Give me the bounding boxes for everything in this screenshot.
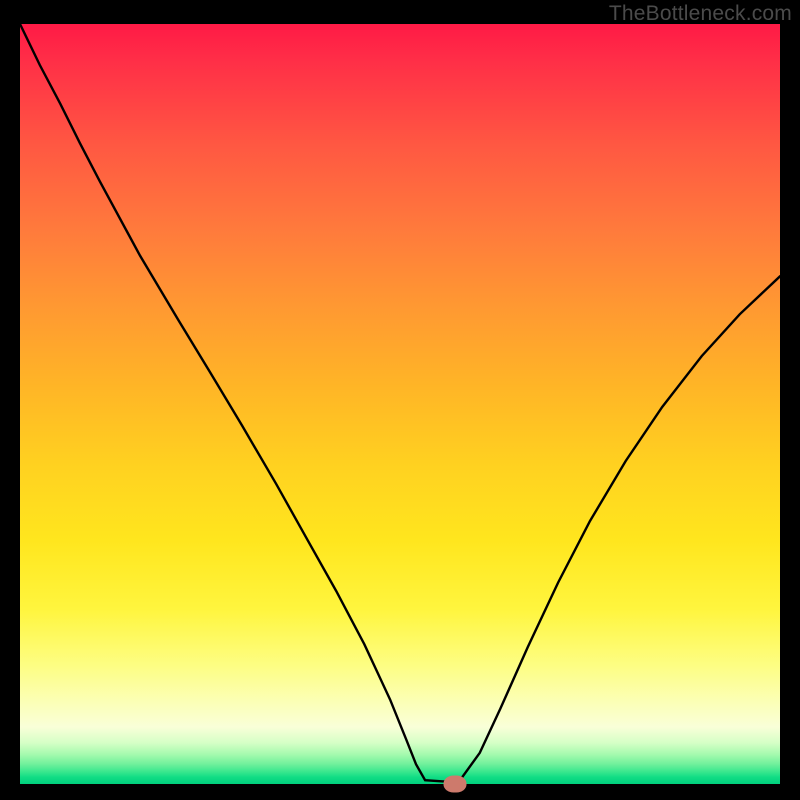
- chart-frame: TheBottleneck.com: [0, 0, 800, 800]
- plot-area: [20, 24, 780, 784]
- optimal-marker: [443, 776, 466, 793]
- watermark-text: TheBottleneck.com: [609, 2, 792, 26]
- bottleneck-curve: [20, 24, 780, 784]
